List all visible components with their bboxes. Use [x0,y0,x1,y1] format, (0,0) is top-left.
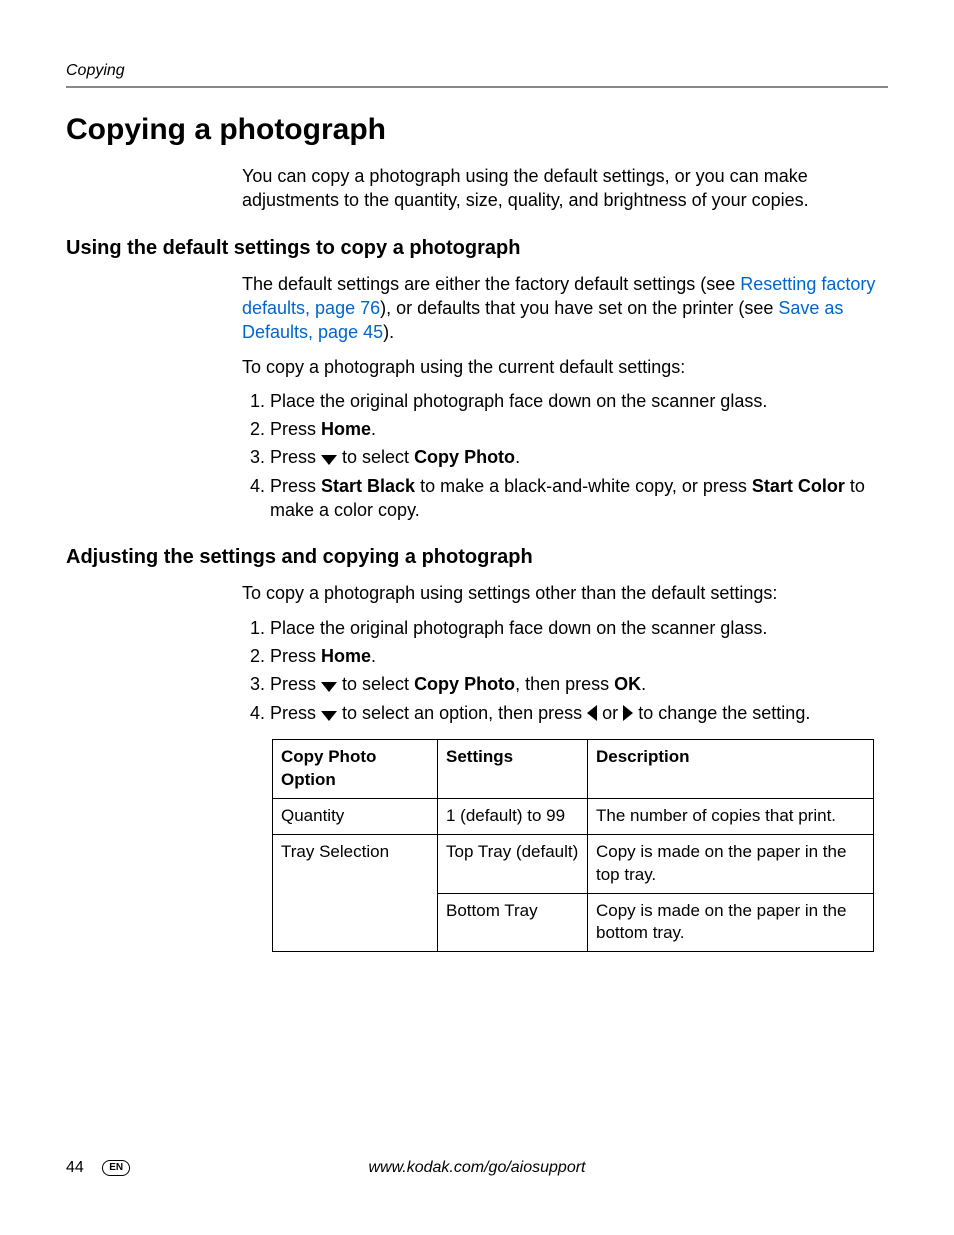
cell-settings: Bottom Tray [438,893,588,952]
cell-option: Tray Selection [273,834,438,952]
cell-description: Copy is made on the paper in the top tra… [588,834,874,893]
list-item: Press to select an option, then press or… [270,701,888,725]
list-item: Press Start Black to make a black-and-wh… [270,474,888,523]
cell-settings: 1 (default) to 99 [438,798,588,834]
arrow-down-icon [321,455,337,465]
text: Press [270,703,321,723]
section-adjust-heading: Adjusting the settings and copying a pho… [66,544,888,571]
cell-settings: Top Tray (default) [438,834,588,893]
list-item: Press Home. [270,644,888,668]
list-item: Place the original photograph face down … [270,389,888,413]
text: , then press [515,674,614,694]
intro-text: You can copy a photograph using the defa… [242,164,888,213]
arrow-right-icon [623,705,633,721]
intro-paragraph: You can copy a photograph using the defa… [242,164,888,213]
list-item: Press to select Copy Photo. [270,445,888,469]
cell-description: Copy is made on the paper in the bottom … [588,893,874,952]
table-row: Quantity 1 (default) to 99 The number of… [273,798,874,834]
start-black-label: Start Black [321,476,415,496]
text: or [597,703,623,723]
section-adjust-body: To copy a photograph using settings othe… [242,581,888,952]
text: to select [337,674,414,694]
running-head: Copying [66,60,888,82]
text: Press [270,476,321,496]
header-rule [66,86,888,88]
cell-option: Quantity [273,798,438,834]
text: to change the setting. [638,703,810,723]
copy-photo-label: Copy Photo [414,674,515,694]
page-footer: 44 EN www.kodak.com/go/aiosupport [66,1157,888,1185]
text: to make a black-and-white copy, or press [415,476,752,496]
text: ), or defaults that you have set on the … [380,298,778,318]
copy-photo-label: Copy Photo [414,447,515,467]
text: . [515,447,520,467]
text: The default settings are either the fact… [242,274,740,294]
text: Press [270,674,321,694]
footer-url: www.kodak.com/go/aiosupport [66,1157,888,1179]
start-color-label: Start Color [752,476,845,496]
text: . [371,646,376,666]
copy-photo-options-table: Copy Photo Option Settings Description Q… [272,739,874,953]
table-row: Tray Selection Top Tray (default) Copy i… [273,834,874,893]
home-label: Home [321,646,371,666]
table-header-row: Copy Photo Option Settings Description [273,739,874,798]
section-default-body: The default settings are either the fact… [242,272,888,523]
default-settings-paragraph: The default settings are either the fact… [242,272,888,345]
text: to select [337,447,414,467]
arrow-down-icon [321,682,337,692]
col-settings: Settings [438,739,588,798]
text: Press [270,447,321,467]
text: ). [383,322,394,342]
page: Copying Copying a photograph You can cop… [0,0,954,1235]
home-label: Home [321,419,371,439]
text: . [641,674,646,694]
list-item: Press Home. [270,417,888,441]
text: Press [270,646,321,666]
default-steps: Place the original photograph face down … [242,389,888,522]
text: Press [270,419,321,439]
adjust-steps: Place the original photograph face down … [242,616,888,725]
section-default-heading: Using the default settings to copy a pho… [66,235,888,262]
page-title: Copying a photograph [66,110,888,151]
adjust-lead: To copy a photograph using settings othe… [242,581,888,605]
text: . [371,419,376,439]
col-description: Description [588,739,874,798]
default-lead: To copy a photograph using the current d… [242,355,888,379]
arrow-left-icon [587,705,597,721]
cell-description: The number of copies that print. [588,798,874,834]
arrow-down-icon [321,711,337,721]
text: to select an option, then press [337,703,587,723]
list-item: Press to select Copy Photo, then press O… [270,672,888,696]
list-item: Place the original photograph face down … [270,616,888,640]
col-option: Copy Photo Option [273,739,438,798]
ok-label: OK [614,674,641,694]
